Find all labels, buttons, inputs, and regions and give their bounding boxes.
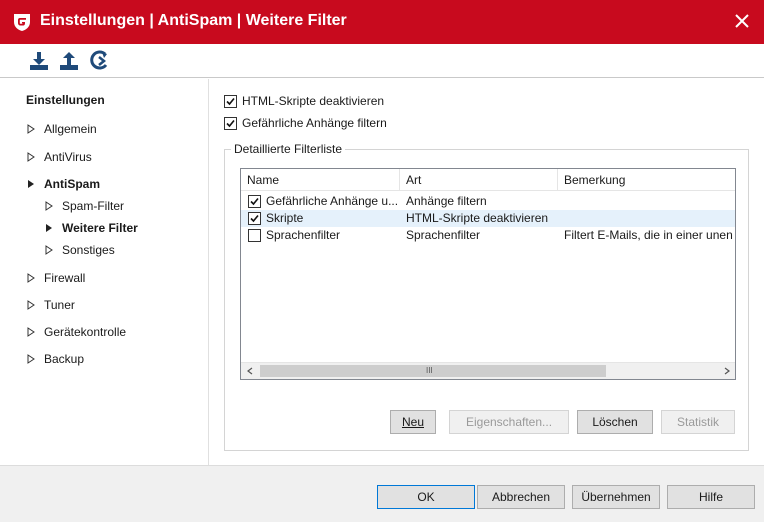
expand-arrow-icon (45, 201, 53, 211)
sidebar-item-tuner[interactable]: Tuner (26, 298, 75, 312)
scroll-thumb[interactable] (260, 365, 606, 377)
sidebar-item-label: Allgemein (44, 122, 97, 136)
sidebar-item-label: Spam-Filter (62, 199, 125, 213)
sidebar-item-firewall[interactable]: Firewall (26, 271, 85, 285)
checkmark-icon (226, 97, 235, 105)
sidebar-item-label: AntiSpam (44, 177, 101, 191)
sidebar-heading: Einstellungen (26, 93, 105, 107)
sidebar-item-geraetekontrolle[interactable]: Gerätekontrolle (26, 325, 126, 339)
row-checkbox[interactable] (248, 229, 261, 242)
statistics-button[interactable]: Statistik (661, 410, 735, 434)
import-icon[interactable] (28, 50, 50, 72)
title-bar: Einstellungen | AntiSpam | Weitere Filte… (0, 0, 764, 44)
html-scripts-checkbox[interactable] (224, 94, 237, 108)
close-icon[interactable] (730, 9, 754, 33)
option-label: Gefährliche Anhänge filtern (242, 116, 387, 130)
dialog-footer: OK Abbrechen Übernehmen Hilfe (0, 465, 764, 522)
cell-bemerkung: Filtert E-Mails, die in einer unen (564, 228, 733, 242)
sidebar-item-label: Gerätekontrolle (44, 325, 127, 339)
column-header-bemerkung[interactable]: Bemerkung (558, 169, 735, 191)
filter-list[interactable]: Name Art Bemerkung Gefährliche Anhänge u… (240, 168, 736, 380)
row-checkbox[interactable] (248, 195, 261, 208)
expand-arrow-icon (27, 273, 35, 283)
sidebar-item-label: AntiVirus (44, 150, 92, 164)
cell-bemerkung (564, 210, 735, 227)
sidebar-item-weitere-filter[interactable]: Weitere Filter (44, 221, 138, 235)
scroll-grip: III (426, 366, 433, 375)
sidebar-item-antispam[interactable]: AntiSpam (26, 177, 100, 191)
cancel-button[interactable]: Abbrechen (477, 485, 565, 509)
checkmark-icon (250, 197, 259, 206)
cell-art: HTML-Skripte deaktivieren (406, 211, 549, 225)
table-row[interactable]: Sprachenfilter Sprachenfilter Filtert E-… (241, 227, 735, 244)
cell-bemerkung (564, 193, 735, 210)
sidebar-item-label: Sonstiges (62, 243, 115, 257)
scroll-left-icon[interactable] (241, 363, 258, 379)
cell-name: Skripte (266, 211, 304, 225)
column-header-art[interactable]: Art (400, 169, 558, 191)
attachments-checkbox[interactable] (224, 116, 237, 130)
cell-art: Sprachenfilter (406, 228, 481, 242)
sidebar-item-label: Backup (44, 352, 85, 366)
checkmark-icon (250, 214, 259, 223)
cell-name: Sprachenfilter (266, 228, 341, 242)
cell-art: Anhänge filtern (406, 194, 487, 208)
expand-arrow-icon (27, 152, 35, 162)
expand-arrow-icon (27, 124, 35, 134)
sidebar-item-label: Tuner (44, 298, 75, 312)
gdata-logo-icon (14, 14, 30, 31)
help-button[interactable]: Hilfe (667, 485, 755, 509)
group-title: Detaillierte Filterliste (231, 142, 346, 156)
delete-button[interactable]: Löschen (577, 410, 653, 434)
filter-list-group: Detaillierte Filterliste Name Art Bemerk… (224, 142, 749, 451)
selected-arrow-icon (46, 224, 52, 232)
window-title: Einstellungen | AntiSpam | Weitere Filte… (40, 12, 347, 29)
sidebar-item-antivirus[interactable]: AntiVirus (26, 150, 92, 164)
main-panel: HTML-Skripte deaktivieren Gefährliche An… (210, 79, 764, 465)
expand-arrow-icon (27, 300, 35, 310)
expand-arrow-icon (27, 327, 35, 337)
properties-button[interactable]: Eigenschaften... (449, 410, 569, 434)
expanded-arrow-icon (28, 180, 34, 188)
row-checkbox[interactable] (248, 212, 261, 225)
cell-name: Gefährliche Anhänge u... (266, 194, 399, 208)
horizontal-scrollbar[interactable]: III (241, 362, 735, 379)
column-header-name[interactable]: Name (241, 169, 400, 191)
checkmark-icon (226, 119, 235, 127)
sidebar-item-label: Weitere Filter (62, 221, 138, 235)
delete-button-label: Löschen (592, 415, 638, 429)
new-button[interactable]: Neu (390, 410, 436, 434)
sidebar-item-backup[interactable]: Backup (26, 352, 84, 366)
option-html-scripts[interactable]: HTML-Skripte deaktivieren (224, 94, 384, 108)
settings-sidebar: Einstellungen Allgemein AntiVirus AntiSp… (0, 79, 209, 465)
toolbar (0, 44, 764, 78)
apply-button[interactable]: Übernehmen (572, 485, 660, 509)
new-button-label: Neu (401, 415, 424, 429)
sidebar-item-sonstiges[interactable]: Sonstiges (44, 243, 115, 257)
table-row[interactable]: Gefährliche Anhänge u... Anhänge filtern (241, 193, 735, 210)
sidebar-item-allgemein[interactable]: Allgemein (26, 122, 97, 136)
expand-arrow-icon (45, 245, 53, 255)
list-header: Name Art Bemerkung (241, 169, 735, 191)
option-dangerous-attachments[interactable]: Gefährliche Anhänge filtern (224, 116, 387, 130)
reset-icon[interactable] (88, 50, 110, 72)
expand-arrow-icon (27, 354, 35, 364)
option-label: HTML-Skripte deaktivieren (242, 94, 385, 108)
export-icon[interactable] (58, 50, 80, 72)
sidebar-item-label: Firewall (44, 271, 86, 285)
table-row-selected[interactable]: Skripte HTML-Skripte deaktivieren (241, 210, 735, 227)
ok-button[interactable]: OK (377, 485, 475, 509)
scroll-right-icon[interactable] (718, 363, 735, 379)
sidebar-item-spam-filter[interactable]: Spam-Filter (44, 199, 124, 213)
